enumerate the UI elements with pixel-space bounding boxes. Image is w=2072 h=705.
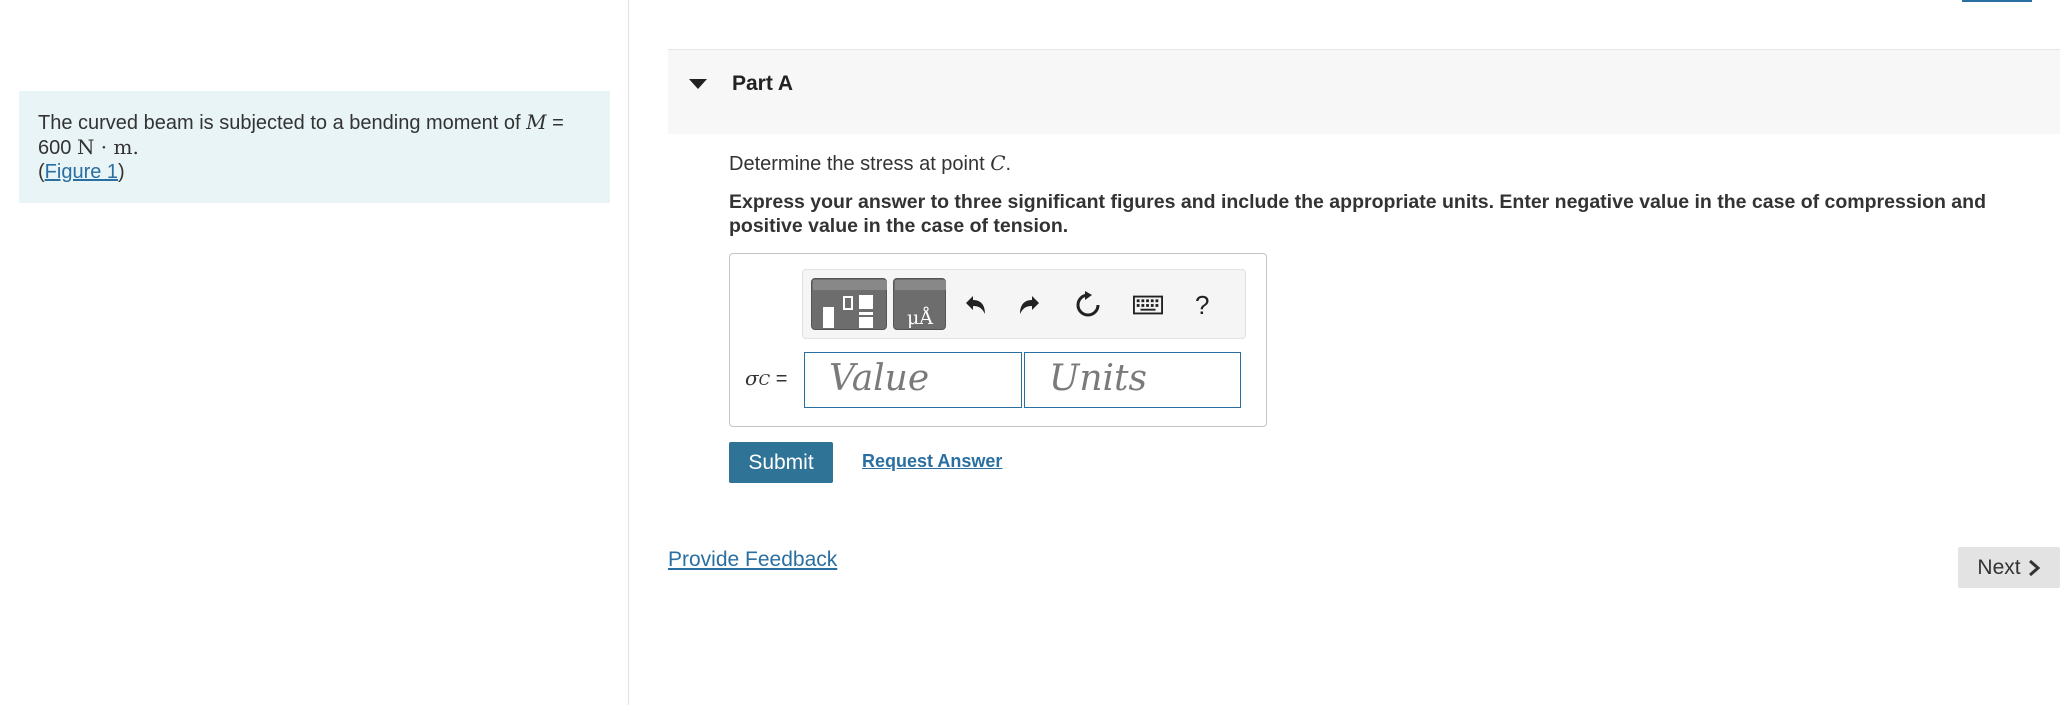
units-button[interactable]: μÅ: [893, 278, 946, 330]
figure-1-link[interactable]: Figure 1: [45, 161, 118, 183]
svg-text:μÅ: μÅ: [907, 307, 933, 329]
math-toolbar: μÅ ?: [802, 269, 1246, 339]
top-link-underline: [1962, 0, 2032, 2]
problem-equals: =: [546, 112, 564, 134]
request-answer-link[interactable]: Request Answer: [862, 451, 1002, 472]
submit-button[interactable]: Submit: [729, 442, 833, 483]
redo-icon[interactable]: [1016, 290, 1046, 320]
question-prompt: Determine the stress at point C.: [729, 151, 1011, 176]
collapse-caret-icon[interactable]: [689, 79, 707, 89]
keyboard-icon[interactable]: [1133, 290, 1163, 320]
figure-paren-open: (: [38, 161, 45, 183]
next-label: Next: [1977, 555, 2021, 579]
moment-variable: M: [526, 110, 547, 134]
problem-text: The curved beam is subjected to a bendin…: [38, 110, 591, 135]
value-input[interactable]: Value: [804, 352, 1022, 408]
sigma-symbol: σ: [745, 366, 759, 390]
reset-icon[interactable]: [1073, 290, 1103, 320]
problem-value-line: 600 N · m.: [38, 135, 591, 160]
part-a-header[interactable]: Part A: [668, 49, 2060, 134]
problem-statement: The curved beam is subjected to a bendin…: [19, 91, 610, 203]
moment-unit: N · m.: [76, 135, 139, 159]
point-variable: C: [990, 151, 1006, 175]
chevron-right-icon: [2028, 559, 2040, 576]
answer-equals: =: [770, 368, 788, 390]
templates-button[interactable]: [811, 278, 887, 330]
templates-icon: [813, 280, 887, 328]
figure-reference: (Figure 1): [38, 160, 591, 184]
answer-instructions: Express your answer to three significant…: [729, 191, 1986, 237]
problem-text-prefix: The curved beam is subjected to a bendin…: [38, 112, 527, 134]
part-title: Part A: [732, 72, 794, 95]
answer-label: σC =: [745, 366, 787, 391]
moment-value: 600: [38, 137, 72, 159]
answer-box: μÅ ? σC = Value Units: [729, 253, 1267, 427]
next-button[interactable]: Next: [1958, 547, 2060, 588]
undo-icon[interactable]: [959, 290, 989, 320]
figure-paren-close: ): [118, 161, 125, 183]
sigma-subscript: C: [758, 371, 771, 389]
column-divider: [628, 0, 629, 705]
provide-feedback-link[interactable]: Provide Feedback: [668, 548, 837, 572]
prompt-suffix: .: [1005, 153, 1012, 175]
help-icon[interactable]: ?: [1195, 290, 1209, 321]
prompt-prefix: Determine the stress at point: [729, 153, 991, 175]
units-icon: μÅ: [895, 280, 946, 329]
units-input[interactable]: Units: [1024, 352, 1241, 408]
